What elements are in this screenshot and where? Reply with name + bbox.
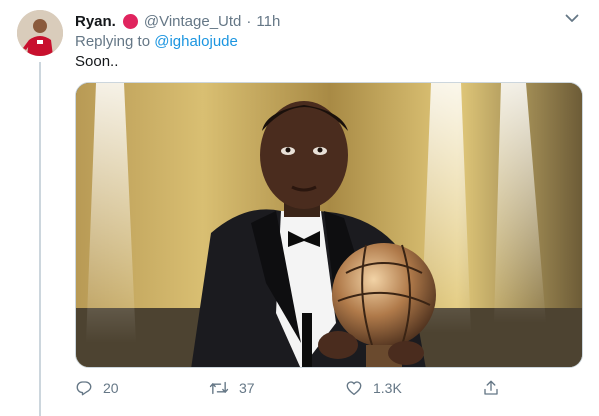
tweet-actions: 20 37 1.3K — [75, 376, 505, 400]
tweet-photo[interactable] — [75, 82, 583, 368]
share-button[interactable] — [482, 379, 500, 397]
avatar-image — [17, 10, 63, 56]
retweet-count: 37 — [239, 380, 255, 396]
like-count: 1.3K — [373, 380, 402, 396]
chevron-down-icon[interactable] — [563, 9, 581, 27]
avatar[interactable] — [17, 10, 63, 56]
red-circle-badge-icon — [122, 13, 138, 29]
mention-link[interactable]: @ighalojude — [154, 33, 238, 50]
retweet-button[interactable]: 37 — [209, 379, 255, 397]
photo-image — [76, 83, 582, 367]
replying-to-line: Replying to @ighalojude — [75, 33, 238, 50]
reply-count: 20 — [103, 380, 119, 396]
retweet-icon — [209, 381, 229, 395]
thread-line — [39, 62, 41, 416]
reply-button[interactable]: 20 — [75, 379, 119, 397]
user-handle[interactable]: @Vintage_Utd — [144, 13, 242, 30]
share-icon — [484, 380, 498, 395]
replying-prefix: Replying to — [75, 33, 151, 50]
like-button[interactable]: 1.3K — [345, 379, 402, 397]
tweet-text: Soon.. — [75, 53, 119, 70]
separator-dot: · — [246, 12, 252, 30]
heart-icon — [346, 381, 362, 396]
display-name[interactable]: Ryan. — [75, 13, 116, 30]
timestamp[interactable]: 11h — [256, 13, 280, 30]
tweet-header: Ryan. @Vintage_Utd · 11h — [75, 11, 280, 31]
reply-icon — [76, 381, 92, 396]
